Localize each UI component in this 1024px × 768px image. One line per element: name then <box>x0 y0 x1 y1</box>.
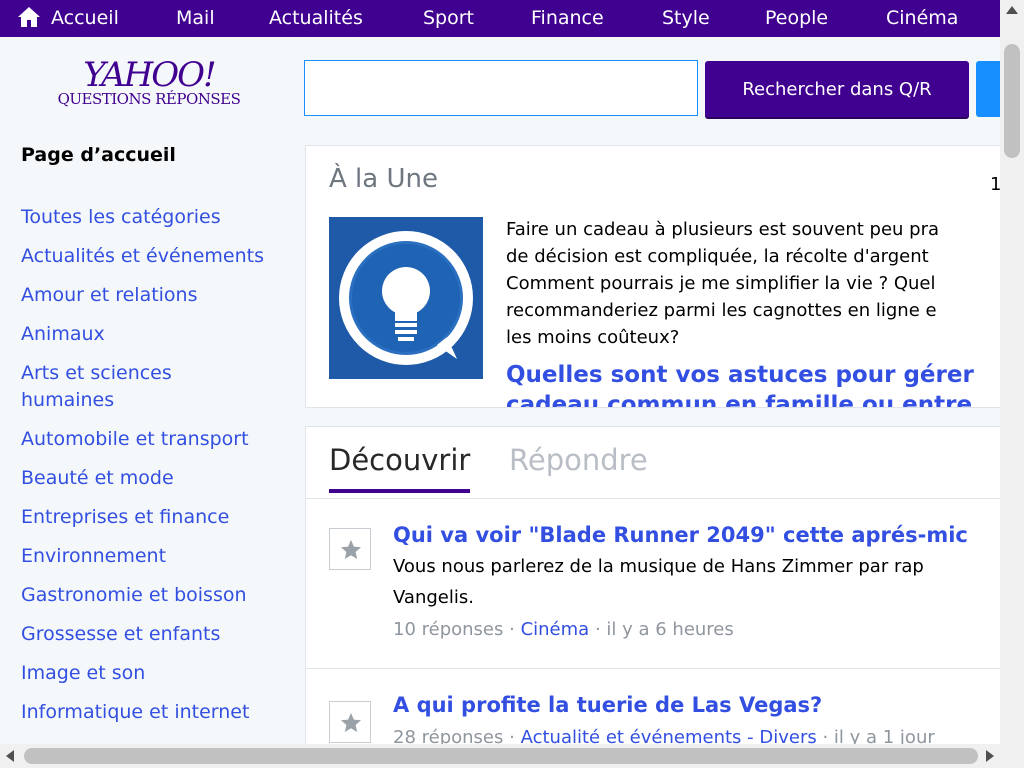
featured-card: À la Une 1 Faire un cadeau à plusieurs e… <box>305 145 1005 408</box>
sidebar-item-environment[interactable]: Environnement <box>21 543 296 570</box>
nav-style[interactable]: Style <box>662 0 710 37</box>
scroll-up-arrow-icon[interactable] <box>1006 6 1018 14</box>
sidebar-item-beauty[interactable]: Beauté et mode <box>21 465 296 492</box>
nav-people[interactable]: People <box>765 0 828 37</box>
web-search-button[interactable] <box>976 61 1000 117</box>
nav-finance[interactable]: Finance <box>531 0 604 37</box>
vertical-scrollbar[interactable] <box>1000 0 1024 744</box>
sidebar-item-animals[interactable]: Animaux <box>21 321 296 348</box>
question-category-link[interactable]: Cinéma <box>521 619 590 640</box>
sidebar-item-image-sound[interactable]: Image et son <box>21 660 296 687</box>
horizontal-scrollbar[interactable] <box>0 744 1024 768</box>
sidebar-item-all-categories[interactable]: Toutes les catégories <box>21 204 296 231</box>
sidebar-item-pregnancy[interactable]: Grossesse et enfants <box>21 621 296 648</box>
nav-actualites[interactable]: Actualités <box>269 0 363 37</box>
featured-title-line: cadeau commun en famille ou entre <box>506 392 973 408</box>
star-button[interactable] <box>329 528 371 570</box>
featured-summary-line: les moins coûteux? <box>506 327 680 348</box>
sidebar-item-automobile[interactable]: Automobile et transport <box>21 426 296 453</box>
search-input[interactable] <box>304 60 698 116</box>
featured-title-line: Quelles sont vos astuces pour gérer <box>506 362 974 388</box>
sidebar-item-computers[interactable]: Informatique et internet <box>21 699 296 726</box>
question-item: A qui profite la tuerie de Las Vegas? 28… <box>306 669 1004 755</box>
meta-separator: · <box>594 619 607 640</box>
meta-separator: · <box>509 619 521 640</box>
yahoo-answers-logo[interactable]: YAHOO! QUESTIONS RÉPONSES <box>44 56 254 116</box>
logo-sub-text: QUESTIONS RÉPONSES <box>57 90 241 108</box>
featured-summary: Faire un cadeau à plusieurs est souvent … <box>506 216 1004 351</box>
question-description-line: Vangelis. <box>393 587 474 608</box>
horizontal-scroll-thumb[interactable] <box>24 748 978 764</box>
discover-card: Découvrir Répondre Qui va voir "Blade Ru… <box>305 426 1005 756</box>
home-icon[interactable] <box>17 6 41 28</box>
search-button[interactable]: Rechercher dans Q/R <box>705 61 969 117</box>
featured-summary-line: Faire un cadeau à plusieurs est souvent … <box>506 219 940 240</box>
answer-count[interactable]: 10 réponses <box>393 619 503 640</box>
question-description-line: Vous nous parlerez de la musique de Hans… <box>393 556 924 577</box>
top-navigation: Accueil Mail Actualités Sport Finance St… <box>0 0 1000 37</box>
logo-main-text: YAHOO! <box>83 55 216 95</box>
star-icon <box>341 713 361 732</box>
featured-section-title: À la Une <box>329 164 438 194</box>
vertical-scroll-thumb[interactable] <box>1004 44 1020 158</box>
sidebar-item-food[interactable]: Gastronomie et boisson <box>21 582 296 609</box>
featured-thumbnail[interactable] <box>329 217 483 379</box>
sidebar-item-love[interactable]: Amour et relations <box>21 282 296 309</box>
sidebar-home-title[interactable]: Page d’accueil <box>21 144 176 166</box>
nav-cinema[interactable]: Cinéma <box>886 0 958 37</box>
featured-summary-line: de décision est compliquée, la récolte d… <box>506 246 929 267</box>
question-description: Vous nous parlerez de la musique de Hans… <box>393 551 924 613</box>
sidebar-item-arts[interactable]: Arts et sciences humaines <box>21 360 221 414</box>
star-button[interactable] <box>329 701 371 743</box>
scroll-left-arrow-icon[interactable] <box>6 750 14 762</box>
lightbulb-icon <box>329 217 483 379</box>
sidebar-item-business[interactable]: Entreprises et finance <box>21 504 296 531</box>
tab-bar: Découvrir Répondre <box>306 427 1004 499</box>
featured-summary-line: recommanderiez parmi les cagnottes en li… <box>506 300 937 321</box>
tab-decouvrir[interactable]: Découvrir <box>329 443 471 493</box>
question-title-link[interactable]: Qui va voir "Blade Runner 2049" cette ap… <box>393 523 968 547</box>
scroll-right-arrow-icon[interactable] <box>986 750 994 762</box>
nav-mail[interactable]: Mail <box>176 0 215 37</box>
question-title-link[interactable]: A qui profite la tuerie de Las Vegas? <box>393 693 822 717</box>
question-item: Qui va voir "Blade Runner 2049" cette ap… <box>306 499 1004 669</box>
nav-accueil[interactable]: Accueil <box>51 0 119 37</box>
question-time: il y a 6 heures <box>606 619 734 640</box>
tab-repondre[interactable]: Répondre <box>509 443 648 489</box>
sidebar-item-news[interactable]: Actualités et événements <box>21 243 296 270</box>
featured-summary-line: Comment pourrais je me simplifier la vie… <box>506 273 936 294</box>
featured-question-link[interactable]: Quelles sont vos astuces pour gérer cade… <box>506 360 1004 408</box>
star-icon <box>341 540 361 559</box>
question-meta: 10 réponses · Cinéma · il y a 6 heures <box>393 619 734 640</box>
nav-sport[interactable]: Sport <box>423 0 474 37</box>
